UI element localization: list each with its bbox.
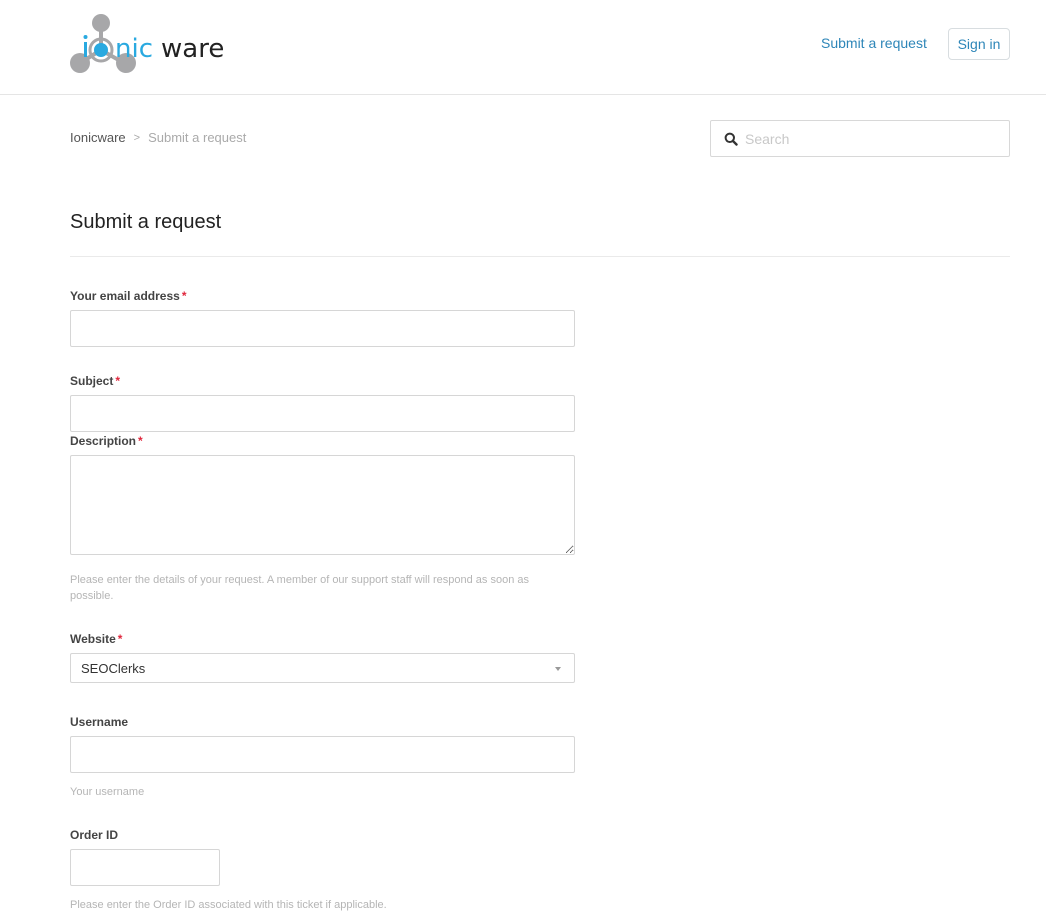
email-label: Your email address *: [70, 289, 187, 304]
required-marker: *: [138, 434, 143, 448]
website-label: Website *: [70, 632, 122, 647]
username-label: Username: [70, 715, 128, 730]
username-field[interactable]: [70, 736, 575, 773]
breadcrumb-home-link[interactable]: Ionicware: [70, 130, 126, 146]
breadcrumb-current: Submit a request: [148, 130, 247, 145]
breadcrumb-separator: >: [133, 132, 141, 144]
username-hint: Your username: [70, 786, 145, 798]
search-icon: [724, 132, 738, 146]
order-id-label: Order ID: [70, 828, 118, 843]
subject-field[interactable]: [70, 395, 575, 432]
subject-label: Subject *: [70, 374, 120, 389]
subject-label-text: Subject: [70, 374, 114, 388]
ionicware-logo-icon: nic ware: [70, 14, 224, 73]
nav-submit-request-link[interactable]: Submit a request: [821, 34, 927, 52]
username-label-text: Username: [70, 715, 129, 729]
order-id-label-text: Order ID: [70, 828, 119, 842]
required-marker: *: [117, 632, 123, 646]
description-label-text: Description: [70, 434, 137, 448]
search-input[interactable]: [745, 122, 1005, 155]
website-label-text: Website: [70, 632, 116, 646]
order-id-field[interactable]: [70, 849, 220, 886]
svg-text:ware: ware: [161, 34, 224, 64]
website-select[interactable]: SEOClerks: [70, 653, 575, 683]
email-label-text: Your email address: [70, 289, 180, 303]
required-marker: *: [115, 374, 121, 388]
description-hint: Please enter the details of your request…: [70, 574, 529, 602]
description-label: Description *: [70, 434, 143, 449]
email-field[interactable]: [70, 310, 575, 347]
sign-in-button[interactable]: Sign in: [948, 28, 1010, 60]
svg-text:nic: nic: [115, 34, 153, 64]
search-box: [710, 120, 1010, 157]
breadcrumb: Ionicware > Submit a request: [70, 130, 246, 146]
required-marker: *: [181, 289, 187, 303]
site-header: nic ware Submit a request Sign in: [0, 0, 1046, 95]
order-id-hint: Please enter the Order ID associated wit…: [70, 899, 387, 911]
page-title: Submit a request: [70, 211, 222, 233]
chevron-down-icon: [555, 667, 561, 671]
ionicware-logo[interactable]: nic ware: [68, 12, 243, 76]
title-divider: [70, 256, 1010, 257]
website-selected-value: SEOClerks: [81, 661, 146, 676]
description-textarea[interactable]: [70, 455, 575, 555]
